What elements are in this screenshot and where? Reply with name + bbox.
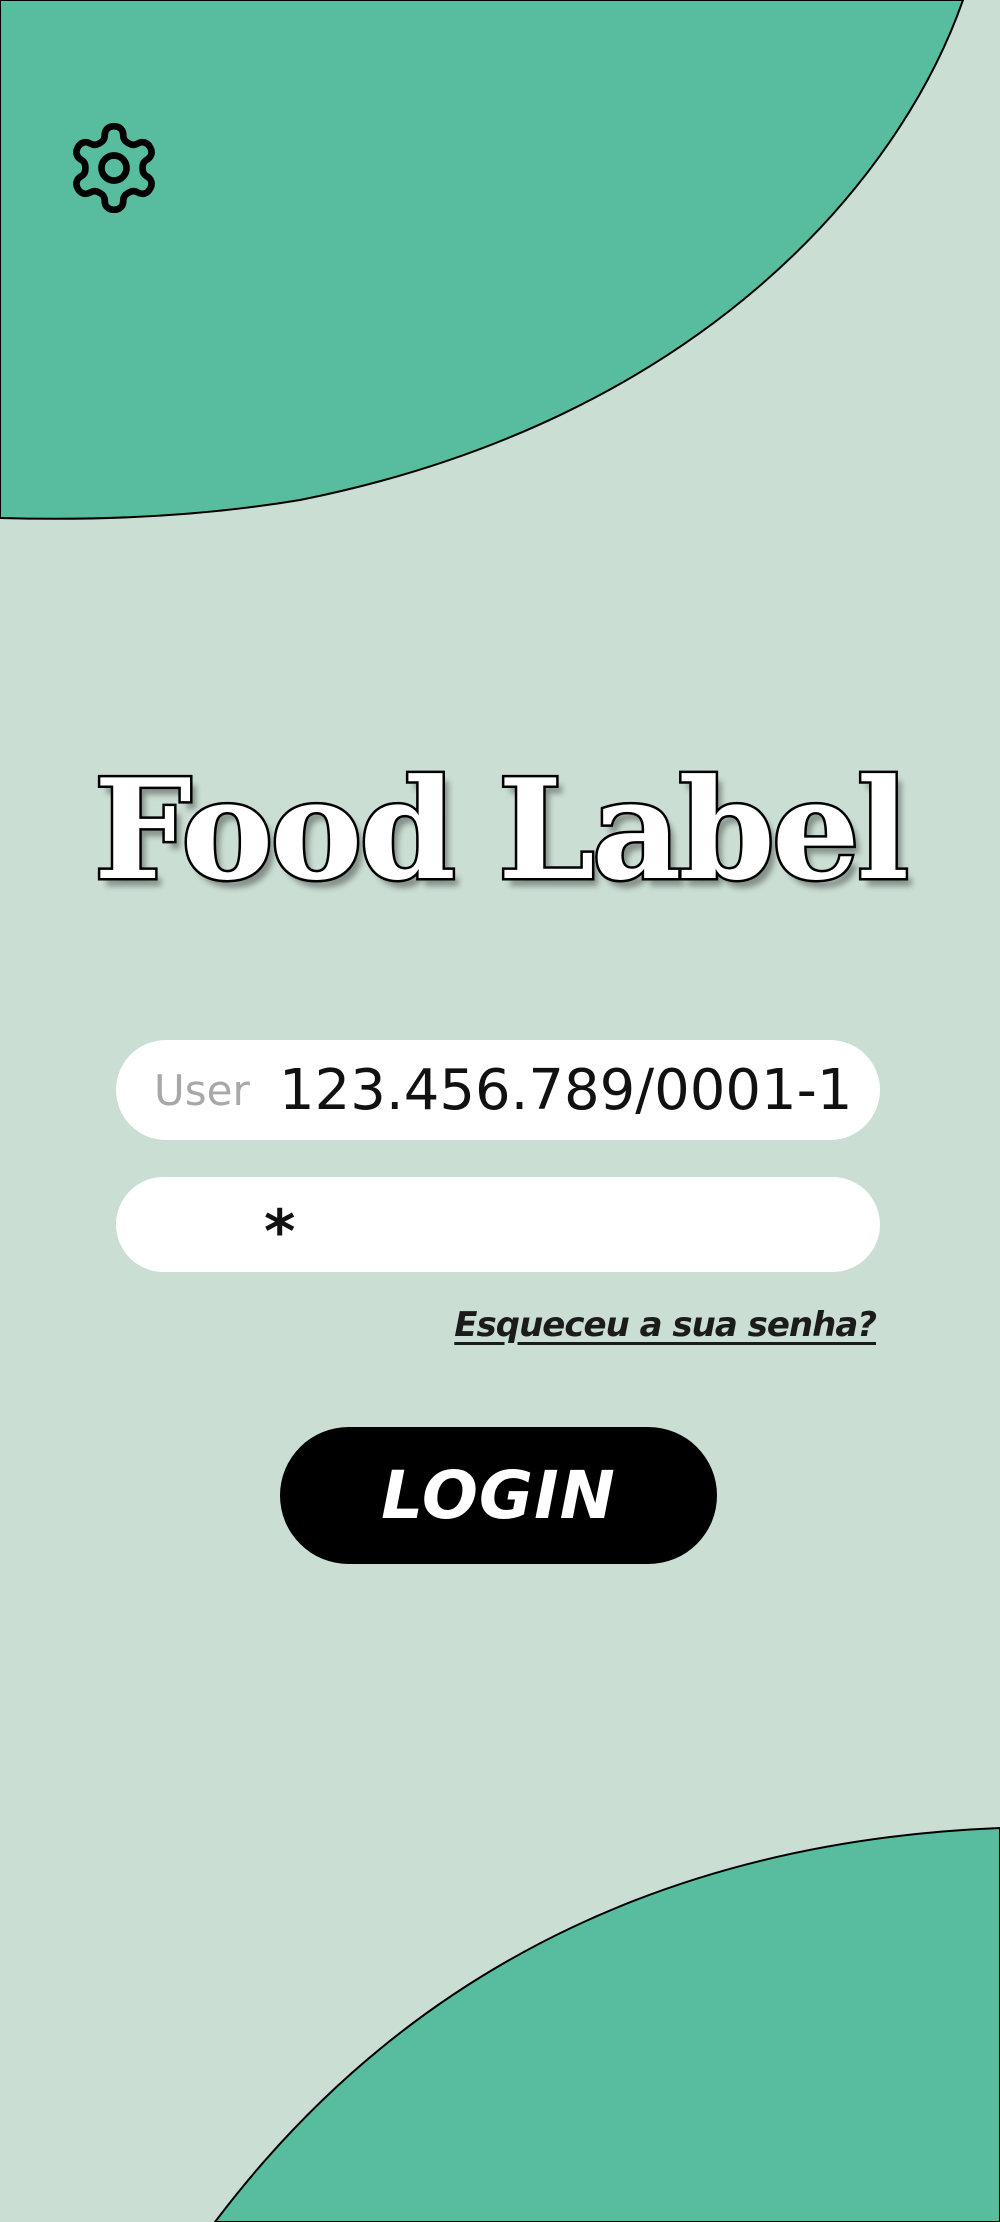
bottom-green-blob — [213, 1826, 1000, 2222]
settings-button[interactable] — [64, 118, 164, 218]
password-field[interactable]: * — [116, 1177, 880, 1272]
user-field[interactable]: User — [116, 1040, 880, 1140]
password-mask: * — [264, 1197, 296, 1267]
top-green-blob — [0, 0, 965, 520]
forgot-password-link[interactable]: Esqueceu a sua senha? — [454, 1305, 877, 1345]
user-label: User — [154, 1065, 250, 1115]
gear-icon — [64, 118, 164, 218]
app-title: Food Label — [91, 748, 911, 911]
login-button[interactable]: LOGIN — [280, 1427, 717, 1564]
user-input[interactable] — [279, 1040, 850, 1140]
